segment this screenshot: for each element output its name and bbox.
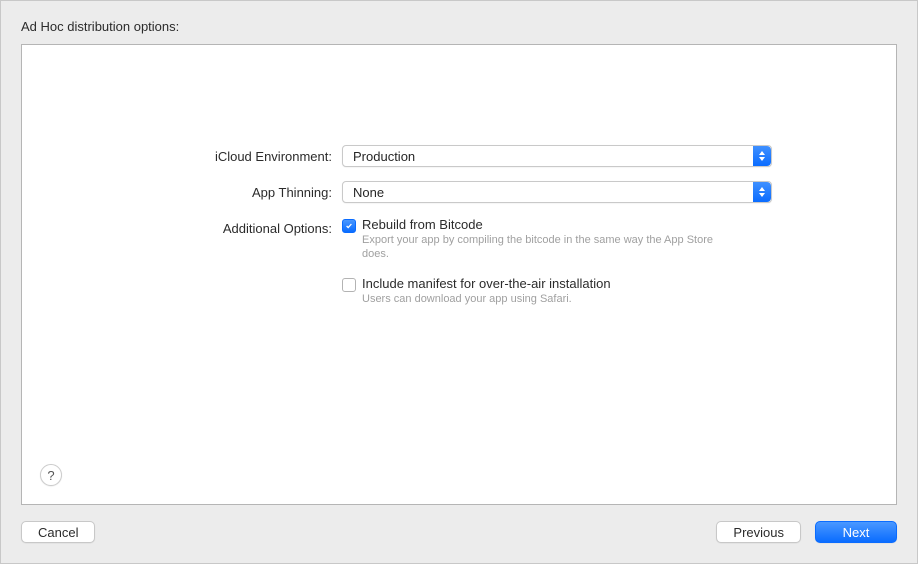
- rebuild-bitcode-label: Rebuild from Bitcode: [362, 217, 742, 232]
- options-form: iCloud Environment: Production App Thinn…: [82, 145, 836, 320]
- rebuild-bitcode-checkbox[interactable]: [342, 219, 356, 233]
- previous-button[interactable]: Previous: [716, 521, 801, 543]
- distribution-options-dialog: Ad Hoc distribution options: iCloud Envi…: [0, 0, 918, 564]
- rebuild-bitcode-desc: Export your app by compiling the bitcode…: [362, 233, 742, 262]
- options-panel: iCloud Environment: Production App Thinn…: [21, 44, 897, 505]
- updown-arrows-icon: [753, 146, 771, 166]
- include-manifest-option: Include manifest for over-the-air instal…: [342, 276, 772, 306]
- app-thinning-label: App Thinning:: [82, 181, 342, 200]
- row-additional-options: Additional Options: Rebuild from Bitcode…: [82, 217, 836, 320]
- checkmark-icon: [345, 222, 353, 230]
- icloud-environment-popup[interactable]: Production: [342, 145, 772, 167]
- row-app-thinning: App Thinning: None: [82, 181, 836, 203]
- app-thinning-value: None: [353, 185, 384, 200]
- icloud-environment-value: Production: [353, 149, 415, 164]
- updown-arrows-icon: [753, 182, 771, 202]
- row-icloud-environment: iCloud Environment: Production: [82, 145, 836, 167]
- next-button[interactable]: Next: [815, 521, 897, 543]
- dialog-footer: Cancel Previous Next: [21, 521, 897, 543]
- cancel-button[interactable]: Cancel: [21, 521, 95, 543]
- rebuild-bitcode-option: Rebuild from Bitcode Export your app by …: [342, 217, 772, 262]
- include-manifest-label: Include manifest for over-the-air instal…: [362, 276, 611, 291]
- help-icon: ?: [47, 468, 54, 483]
- include-manifest-checkbox[interactable]: [342, 278, 356, 292]
- icloud-environment-label: iCloud Environment:: [82, 145, 342, 164]
- app-thinning-popup[interactable]: None: [342, 181, 772, 203]
- additional-options-label: Additional Options:: [82, 217, 342, 236]
- include-manifest-desc: Users can download your app using Safari…: [362, 292, 611, 306]
- help-button[interactable]: ?: [40, 464, 62, 486]
- dialog-title: Ad Hoc distribution options:: [21, 19, 897, 34]
